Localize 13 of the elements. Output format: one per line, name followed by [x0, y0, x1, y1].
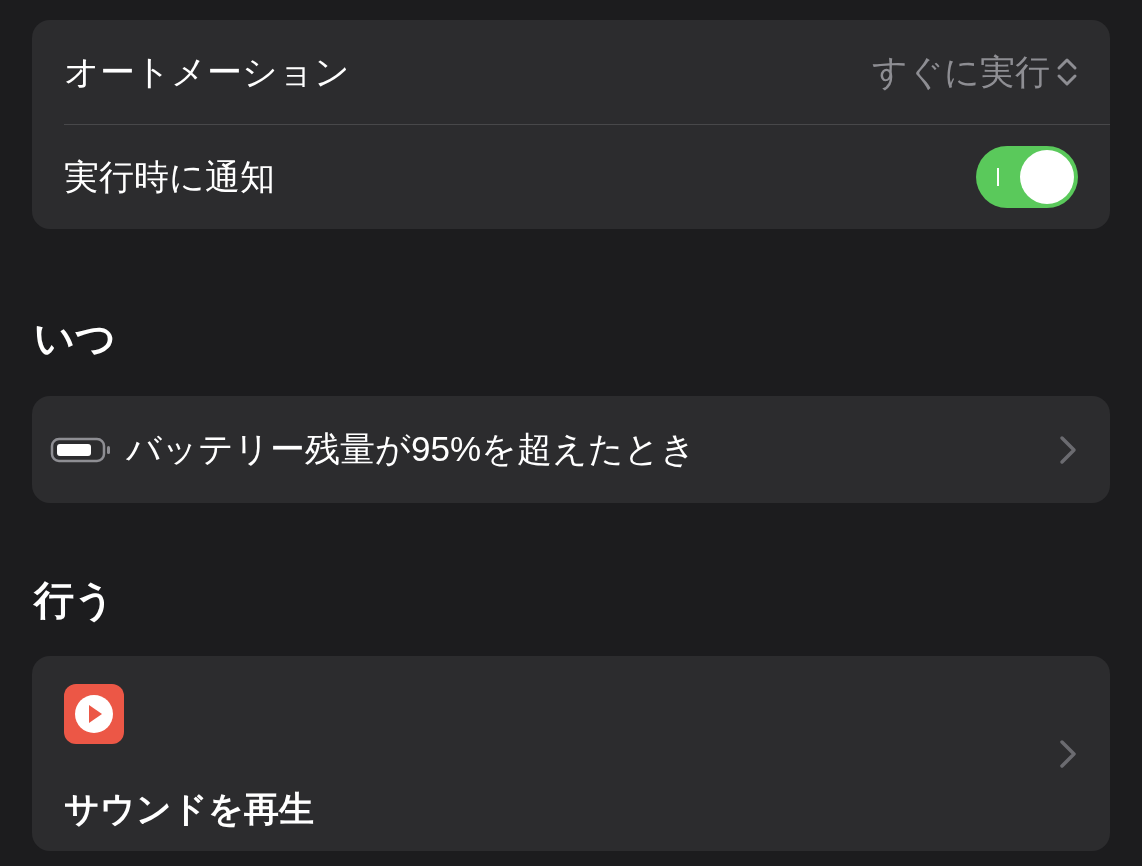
setting-label: オートメーション — [64, 50, 350, 93]
battery-icon — [50, 435, 112, 464]
trigger-label: バッテリー残量が95%を超えたとき — [126, 428, 698, 470]
play-sound-icon — [64, 684, 124, 744]
section-heading: 行う — [34, 577, 116, 624]
chevron-right-icon — [1058, 433, 1078, 466]
trigger-row[interactable]: バッテリー残量が95%を超えたとき — [32, 396, 1110, 503]
action-label: サウンドを再生 — [64, 788, 314, 830]
chevron-right-icon — [1058, 737, 1078, 770]
run-mode-popup[interactable]: すぐに実行 — [872, 48, 1078, 96]
action-row[interactable]: サウンドを再生 — [32, 656, 1110, 851]
section-heading: いつ — [34, 315, 117, 362]
setting-label: 実行時に通知 — [64, 155, 275, 198]
